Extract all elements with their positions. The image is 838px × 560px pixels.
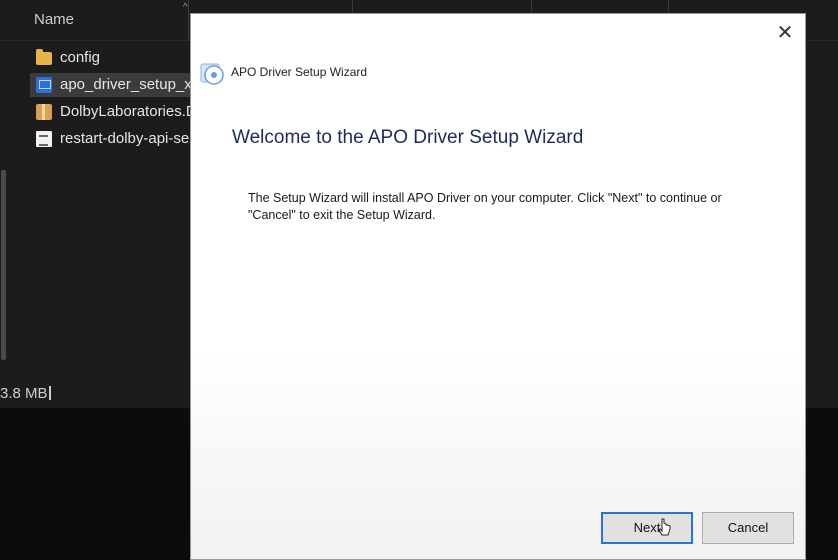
mouse-cursor-icon [658, 518, 671, 536]
status-size: 3.8 MB [0, 385, 48, 402]
description-line: The Setup Wizard will install APO Driver… [248, 191, 722, 205]
setup-wizard-window: ✕ APO Driver Setup Wizard Welcome to the… [190, 13, 806, 560]
status-divider [49, 386, 51, 400]
file-row-restart-dolby[interactable]: restart-dolby-api-service [30, 127, 200, 151]
script-icon [36, 131, 52, 147]
wizard-description: The Setup Wizard will install APO Driver… [248, 190, 768, 224]
package-icon [36, 104, 52, 120]
installer-disc-icon [200, 63, 224, 85]
column-name-header[interactable]: Name [34, 11, 74, 28]
close-button[interactable]: ✕ [773, 20, 797, 44]
next-button[interactable]: Next [601, 512, 693, 544]
file-row-apo-driver-setup[interactable]: apo_driver_setup_x64 [30, 73, 200, 97]
close-icon: ✕ [776, 20, 794, 44]
file-name: config [60, 49, 101, 66]
window-title: APO Driver Setup Wizard [231, 65, 368, 79]
folder-icon [36, 49, 52, 65]
file-name: DolbyLaboratories.DolbyAccess [60, 103, 200, 120]
scrollbar-thumb[interactable] [1, 170, 6, 360]
file-row-dolby-laboratories[interactable]: DolbyLaboratories.DolbyAccess [30, 100, 200, 124]
file-name: apo_driver_setup_x64 [60, 76, 200, 93]
description-line: "Cancel" to exit the Setup Wizard. [248, 208, 436, 222]
sort-caret-icon: ^ [183, 2, 188, 13]
welcome-heading: Welcome to the APO Driver Setup Wizard [232, 127, 584, 148]
cancel-button[interactable]: Cancel [702, 512, 794, 544]
column-divider[interactable] [188, 0, 189, 40]
file-row-config[interactable]: config [30, 46, 200, 70]
scrollbar[interactable] [0, 40, 8, 370]
file-name: restart-dolby-api-service [60, 130, 200, 147]
installer-icon [36, 77, 52, 93]
